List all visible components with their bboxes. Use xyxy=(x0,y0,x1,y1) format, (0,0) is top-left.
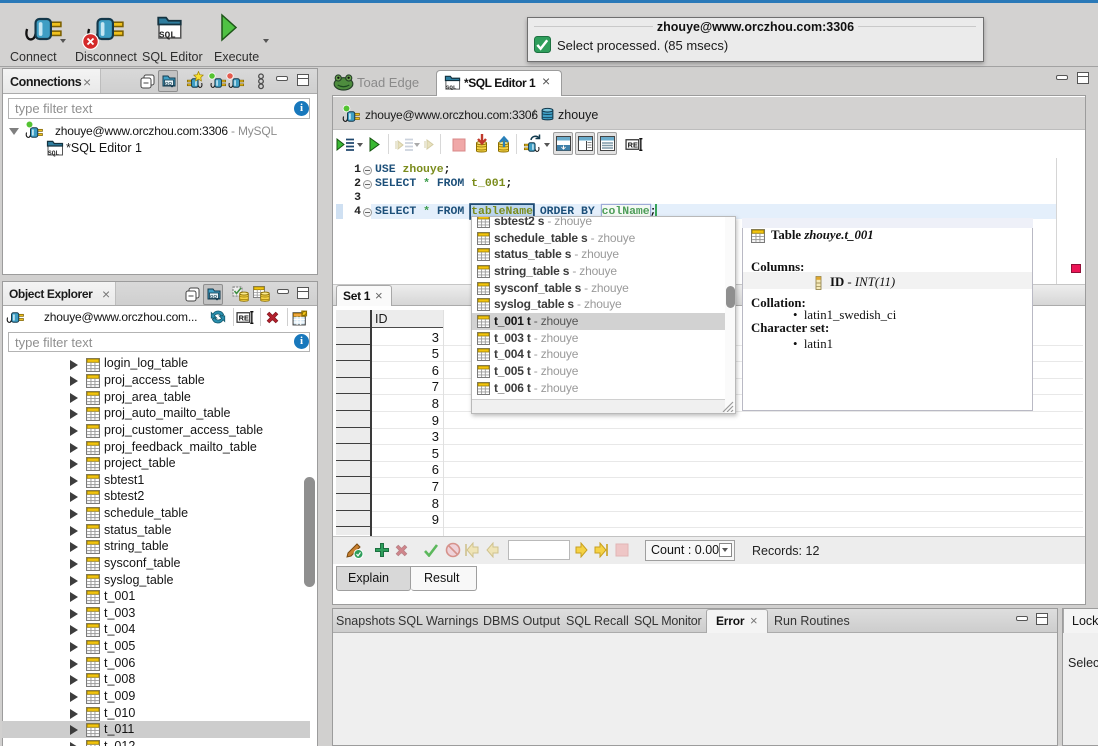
svg-text:GO: GO xyxy=(210,294,218,299)
svg-text:GO: GO xyxy=(165,81,173,86)
